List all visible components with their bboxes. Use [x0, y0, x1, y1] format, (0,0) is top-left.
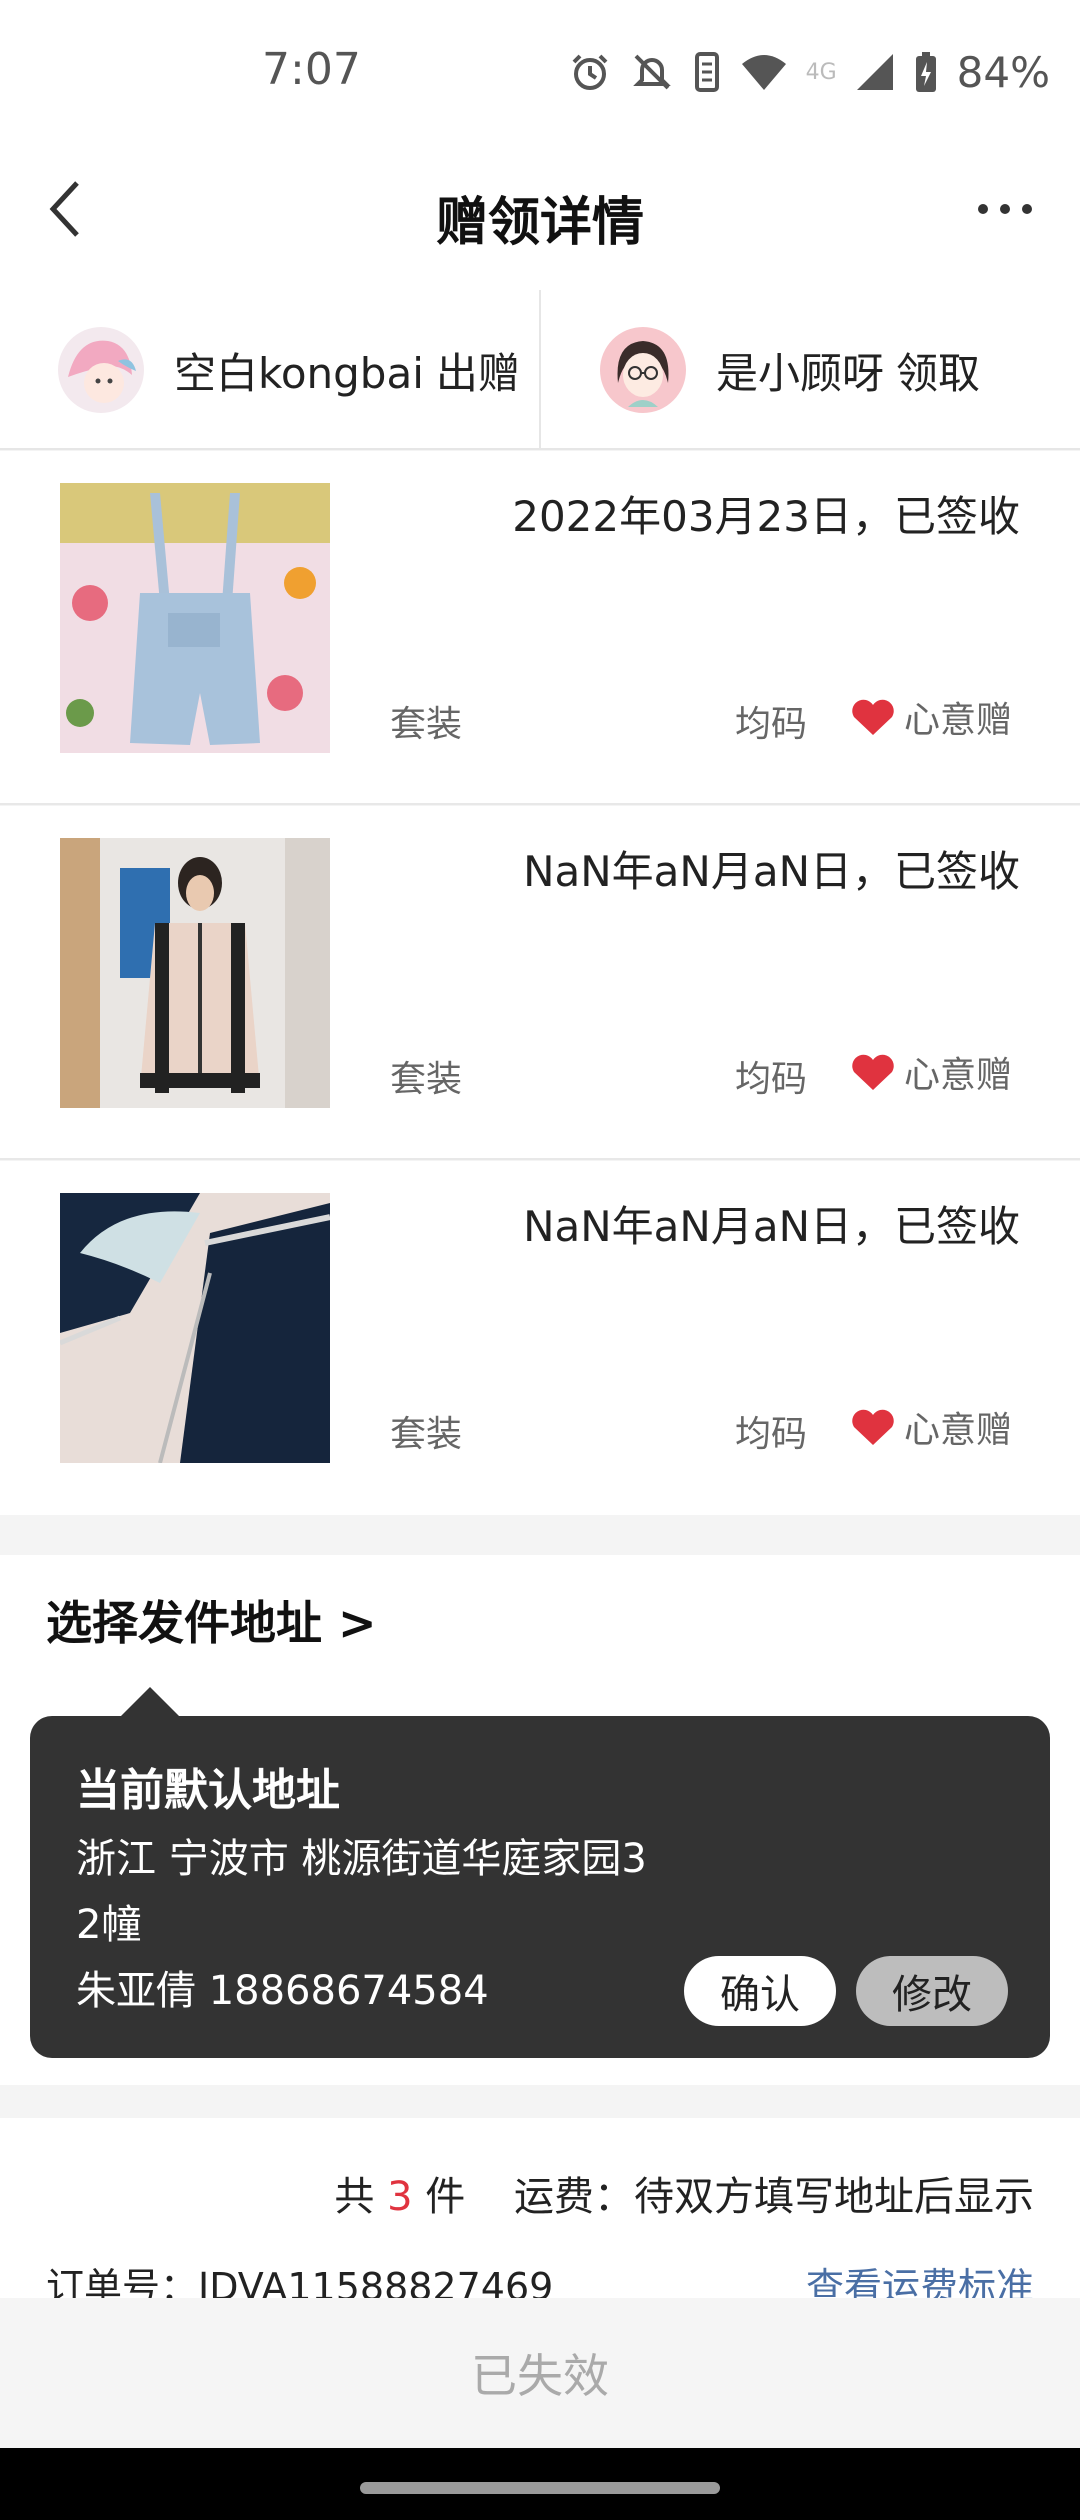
system-nav-bar: [0, 2448, 1080, 2520]
battery-icon: [913, 50, 939, 94]
address-line: 浙江 宁波市 桃源街道华庭家园3: [76, 1836, 647, 1882]
heart-icon: [852, 699, 894, 735]
bottom-action-bar: 已失效: [0, 2298, 1080, 2448]
status-icons: 4G 84%: [568, 44, 1050, 100]
item-gift-tag: 心意赠: [850, 1046, 1012, 1098]
item-count: 3: [387, 2174, 413, 2220]
participants-row: 空白kongbai 出赠 是小顾呀 领取: [0, 290, 1080, 450]
item-gift-label: 心意赠: [904, 700, 1013, 741]
count-suffix: 件: [425, 2174, 466, 2220]
item-date: 2022年03月23日，已签收: [512, 492, 1020, 541]
signal-icon: [855, 52, 895, 92]
summary-line: 共 3 件 运费：待双方填写地址后显示: [334, 2164, 1034, 2222]
more-dots-icon: [978, 204, 1032, 214]
address-line: 2幢: [76, 1902, 142, 1948]
gift-item[interactable]: NaN年aN月aN日，已签收 套装 均码 心意赠: [0, 1161, 1080, 1515]
item-category: 套装: [390, 1059, 463, 1100]
network-label: 4G: [805, 59, 837, 85]
item-gift-tag: 心意赠: [850, 1401, 1012, 1453]
more-button[interactable]: [960, 164, 1050, 254]
item-gift-tag: 心意赠: [850, 691, 1012, 743]
item-size: 均码: [735, 704, 808, 745]
item-photo[interactable]: [60, 1193, 330, 1463]
address-contact: 朱亚倩 18868674584: [76, 1968, 489, 2014]
receiver-role: 领取: [896, 348, 981, 398]
shipping-fee: 运费：待双方填写地址后显示: [514, 2174, 1034, 2220]
select-address-link[interactable]: 选择发件地址 >: [46, 1587, 377, 1653]
participants-divider: [539, 290, 541, 450]
wifi-icon: [740, 52, 788, 92]
item-gift-label: 心意赠: [904, 1410, 1013, 1451]
status-time: 7:07: [262, 44, 361, 95]
confirm-button[interactable]: 确认: [684, 1956, 836, 2026]
vibrate-icon: [692, 50, 722, 94]
giver-avatar: [58, 327, 144, 413]
gift-item[interactable]: NaN年aN月aN日，已签收 套装 均码 心意赠: [0, 806, 1080, 1160]
order-summary: 共 3 件 运费：待双方填写地址后显示 订单号：JDVA11588827469 …: [0, 2118, 1080, 2309]
item-size: 均码: [735, 1059, 808, 1100]
default-address-popup: 当前默认地址 浙江 宁波市 桃源街道华庭家园3 2幢 朱亚倩 188686745…: [30, 1716, 1050, 2058]
item-photo[interactable]: [60, 483, 330, 753]
item-gift-label: 心意赠: [904, 1055, 1013, 1096]
alarm-icon: [568, 50, 612, 94]
gift-item[interactable]: 2022年03月23日，已签收 套装 均码 心意赠: [0, 451, 1080, 805]
giver-name: 空白kongbai: [174, 348, 424, 398]
item-category: 套装: [390, 1414, 463, 1455]
battery-percent: 84%: [956, 47, 1050, 97]
item-date: NaN年aN月aN日，已签收: [523, 847, 1020, 896]
giver[interactable]: 空白kongbai 出赠: [58, 290, 520, 450]
receiver-avatar: [600, 327, 686, 413]
expired-status: 已失效: [471, 2349, 609, 2403]
page-title: 赠领详情: [435, 193, 644, 253]
item-size: 均码: [735, 1414, 808, 1455]
heart-icon: [852, 1054, 894, 1090]
address-section: 选择发件地址 > 当前默认地址 浙江 宁波市 桃源街道华庭家园3 2幢 朱亚倩 …: [0, 1555, 1080, 2085]
modify-button[interactable]: 修改: [856, 1956, 1008, 2026]
receiver[interactable]: 是小顾呀 领取: [600, 290, 980, 450]
receiver-name: 是小顾呀: [716, 348, 885, 398]
item-photo[interactable]: [60, 838, 330, 1108]
giver-role: 出赠: [435, 348, 520, 398]
popup-title: 当前默认地址: [76, 1765, 340, 1816]
heart-icon: [852, 1409, 894, 1445]
item-date: NaN年aN月aN日，已签收: [523, 1202, 1020, 1251]
header: 赠领详情: [0, 140, 1080, 290]
mute-icon: [630, 50, 674, 94]
count-prefix: 共: [334, 2174, 375, 2220]
home-indicator[interactable]: [360, 2482, 720, 2494]
item-category: 套装: [390, 704, 463, 745]
popup-arrow: [120, 1687, 180, 1717]
status-bar: 7:07 4G 84%: [0, 0, 1080, 140]
